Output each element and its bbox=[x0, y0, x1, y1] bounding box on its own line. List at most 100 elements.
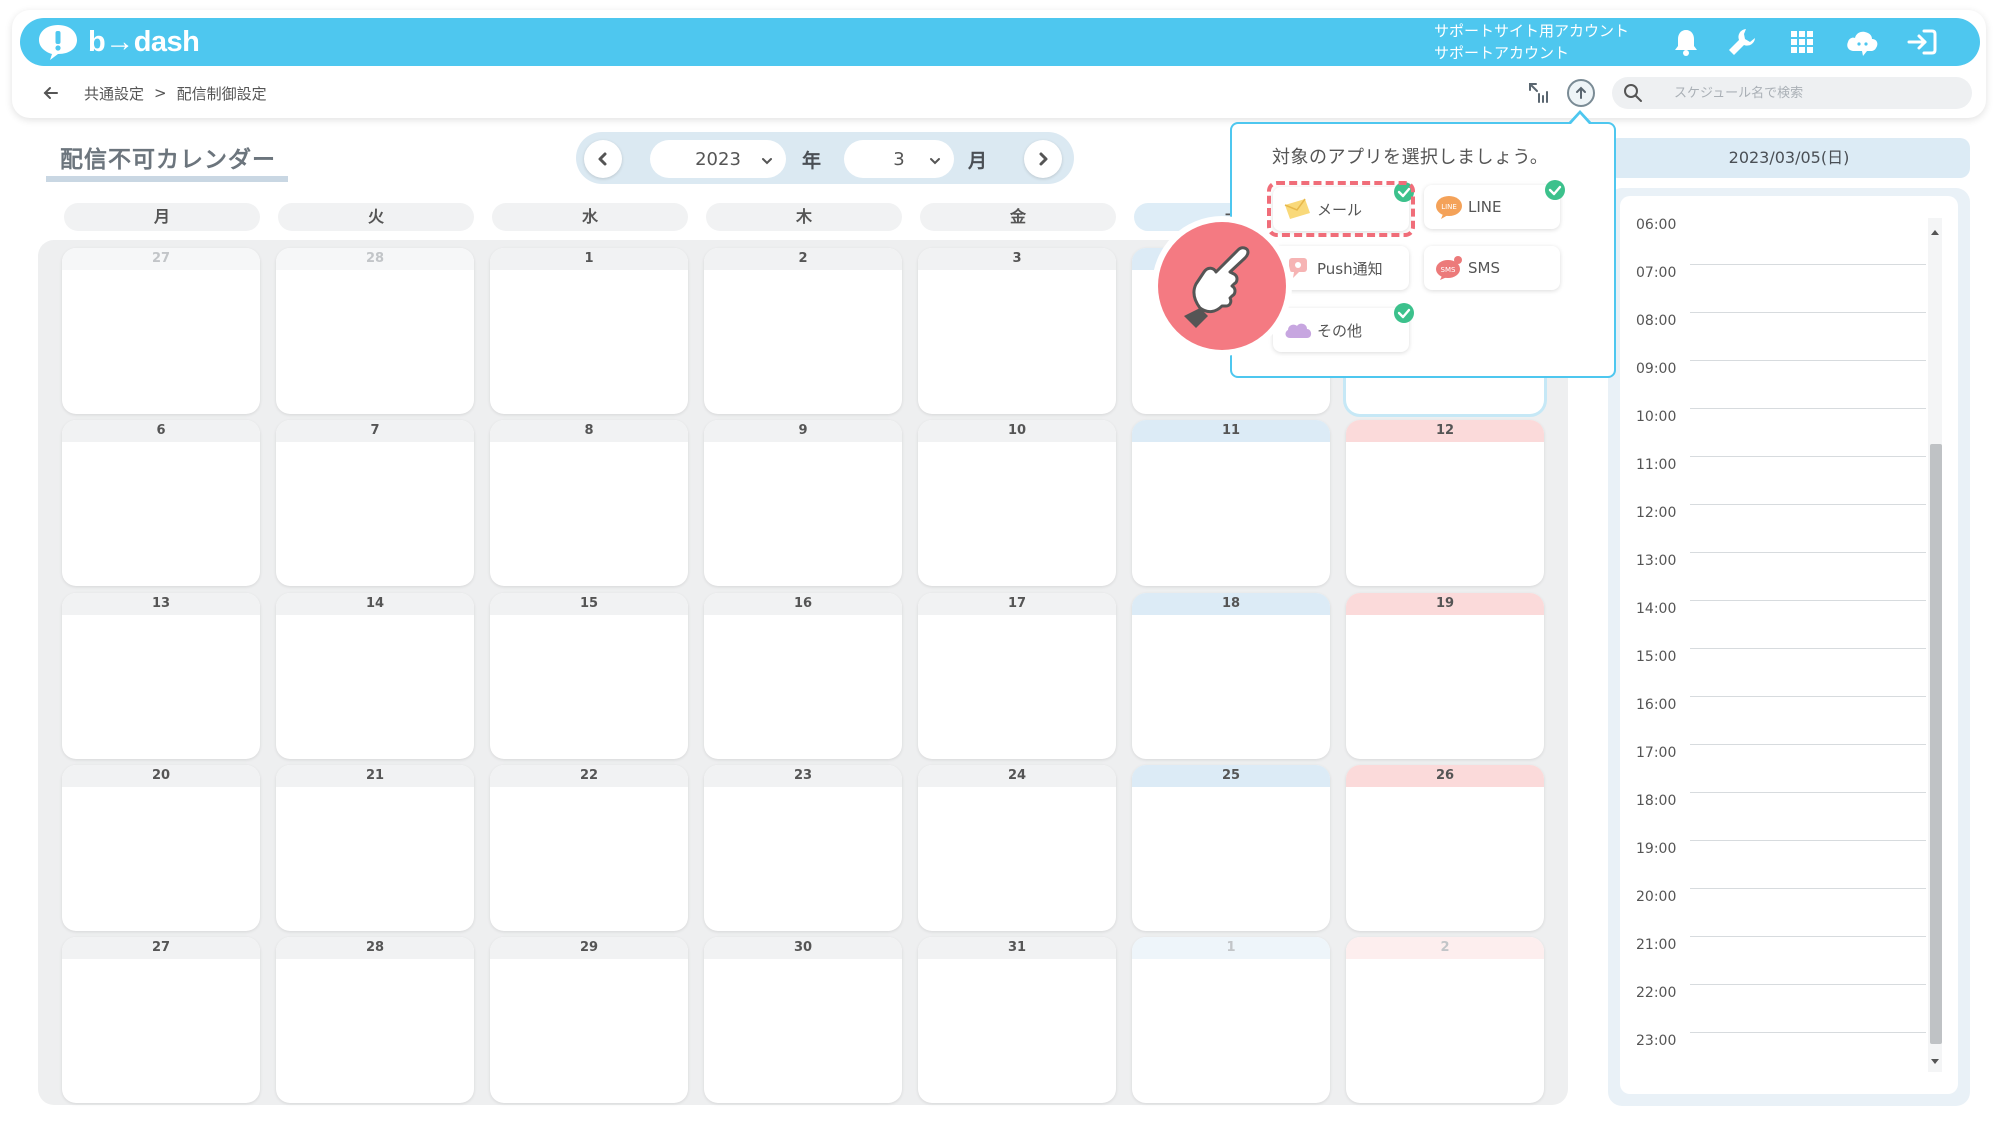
day-number: 19 bbox=[1346, 593, 1544, 615]
day-cell[interactable]: 30 bbox=[704, 937, 902, 1103]
day-cell[interactable]: 7 bbox=[276, 420, 474, 586]
day-cell[interactable]: 11 bbox=[1132, 420, 1330, 586]
year-value: 2023 bbox=[695, 148, 741, 170]
time-divider bbox=[1690, 312, 1926, 313]
day-cell[interactable]: 3 bbox=[918, 248, 1116, 414]
day-cell[interactable]: 25 bbox=[1132, 765, 1330, 931]
month-navigator: 2023 年 3 月 bbox=[576, 132, 1074, 184]
month-value: 3 bbox=[893, 148, 905, 170]
day-cell[interactable]: 31 bbox=[918, 937, 1116, 1103]
day-cell[interactable]: 10 bbox=[918, 420, 1116, 586]
day-number: 6 bbox=[62, 420, 260, 442]
account-info[interactable]: サポートサイト用アカウント サポートアカウント bbox=[1434, 20, 1629, 64]
time-slot-list[interactable] bbox=[1620, 196, 1958, 1094]
time-divider bbox=[1690, 456, 1926, 457]
day-number: 31 bbox=[918, 937, 1116, 959]
schedule-search[interactable] bbox=[1612, 77, 1972, 109]
breadcrumb-item-delivery-control: 配信制御設定 bbox=[176, 84, 267, 103]
app-frame: b→dash サポートサイト用アカウント サポートアカウント 共通設定 > 配信… bbox=[0, 0, 2000, 1125]
day-cell[interactable]: 2 bbox=[704, 248, 902, 414]
next-month-button[interactable] bbox=[1024, 140, 1062, 178]
time-label: 23:00 bbox=[1636, 1033, 1677, 1049]
day-cell[interactable]: 12 bbox=[1346, 420, 1544, 586]
day-cell[interactable]: 15 bbox=[490, 593, 688, 759]
day-number: 24 bbox=[918, 765, 1116, 787]
scroll-up-icon[interactable] bbox=[1929, 224, 1941, 236]
prev-month-button[interactable] bbox=[584, 140, 622, 178]
day-number: 30 bbox=[704, 937, 902, 959]
day-number: 7 bbox=[276, 420, 474, 442]
day-cell[interactable]: 8 bbox=[490, 420, 688, 586]
day-number: 10 bbox=[918, 420, 1116, 442]
app-option-sms[interactable]: SMS SMS bbox=[1424, 246, 1560, 290]
time-divider bbox=[1690, 648, 1926, 649]
day-cell[interactable]: 20 bbox=[62, 765, 260, 931]
day-number: 23 bbox=[704, 765, 902, 787]
day-cell[interactable]: 2 bbox=[1346, 937, 1544, 1103]
time-label: 14:00 bbox=[1636, 601, 1677, 617]
pointing-hand-icon bbox=[1150, 214, 1294, 358]
check-icon bbox=[1544, 179, 1566, 201]
day-cell[interactable]: 27 bbox=[62, 248, 260, 414]
time-label: 11:00 bbox=[1636, 457, 1677, 473]
time-divider bbox=[1690, 888, 1926, 889]
day-cell[interactable]: 19 bbox=[1346, 593, 1544, 759]
day-cell[interactable]: 14 bbox=[276, 593, 474, 759]
bell-icon[interactable] bbox=[1668, 24, 1704, 60]
weekday-header-wed: 水 bbox=[492, 203, 688, 231]
time-divider bbox=[1690, 264, 1926, 265]
grid-icon[interactable] bbox=[1784, 24, 1820, 60]
day-cell[interactable]: 22 bbox=[490, 765, 688, 931]
time-label: 19:00 bbox=[1636, 841, 1677, 857]
month-label: 月 bbox=[968, 150, 988, 172]
wrench-icon[interactable] bbox=[1724, 24, 1760, 60]
weekday-header-mon: 月 bbox=[64, 203, 260, 231]
search-icon bbox=[1622, 82, 1644, 104]
day-cell[interactable]: 28 bbox=[276, 248, 474, 414]
day-cell[interactable]: 26 bbox=[1346, 765, 1544, 931]
day-cell[interactable]: 23 bbox=[704, 765, 902, 931]
time-divider bbox=[1690, 744, 1926, 745]
day-cell[interactable]: 1 bbox=[490, 248, 688, 414]
app-option-line[interactable]: LINE LINE bbox=[1424, 180, 1565, 229]
day-cell[interactable]: 27 bbox=[62, 937, 260, 1103]
day-cell[interactable]: 21 bbox=[276, 765, 474, 931]
page-title: 配信不可カレンダー bbox=[46, 140, 288, 182]
day-cell[interactable]: 9 bbox=[704, 420, 902, 586]
day-number: 11 bbox=[1132, 420, 1330, 442]
upload-icon[interactable] bbox=[1566, 78, 1596, 108]
day-number: 2 bbox=[1346, 937, 1544, 959]
day-cell[interactable]: 29 bbox=[490, 937, 688, 1103]
account-user-name: サポートアカウント bbox=[1434, 44, 1570, 62]
weekday-header-fri: 金 bbox=[920, 203, 1116, 231]
day-cell[interactable]: 28 bbox=[276, 937, 474, 1103]
month-select[interactable]: 3 bbox=[844, 140, 954, 178]
scroll-down-icon[interactable] bbox=[1929, 1052, 1941, 1064]
weekday-header-thu: 木 bbox=[706, 203, 902, 231]
day-cell[interactable]: 1 bbox=[1132, 937, 1330, 1103]
day-cell[interactable]: 16 bbox=[704, 593, 902, 759]
day-cell[interactable]: 6 bbox=[62, 420, 260, 586]
logo[interactable]: b→dash bbox=[36, 22, 200, 62]
breadcrumb-item-common-settings[interactable]: 共通設定 bbox=[84, 83, 144, 104]
time-divider bbox=[1690, 792, 1926, 793]
back-arrow-icon[interactable] bbox=[40, 82, 62, 104]
time-divider bbox=[1690, 840, 1926, 841]
day-cell[interactable]: 13 bbox=[62, 593, 260, 759]
day-number: 14 bbox=[276, 593, 474, 615]
logout-icon[interactable] bbox=[1904, 24, 1940, 60]
search-input[interactable] bbox=[1672, 84, 1972, 102]
time-divider bbox=[1690, 408, 1926, 409]
time-label: 10:00 bbox=[1636, 409, 1677, 425]
collapse-icon[interactable] bbox=[1524, 78, 1554, 108]
cloud-chat-icon[interactable] bbox=[1844, 24, 1880, 60]
day-cell[interactable]: 24 bbox=[918, 765, 1116, 931]
time-label: 12:00 bbox=[1636, 505, 1677, 521]
day-number: 25 bbox=[1132, 765, 1330, 787]
day-cell[interactable]: 17 bbox=[918, 593, 1116, 759]
year-select[interactable]: 2023 bbox=[650, 140, 786, 178]
scrollbar-thumb[interactable] bbox=[1930, 444, 1942, 1044]
day-cell[interactable]: 18 bbox=[1132, 593, 1330, 759]
check-icon bbox=[1393, 302, 1415, 324]
app-option-label: LINE bbox=[1468, 198, 1502, 216]
